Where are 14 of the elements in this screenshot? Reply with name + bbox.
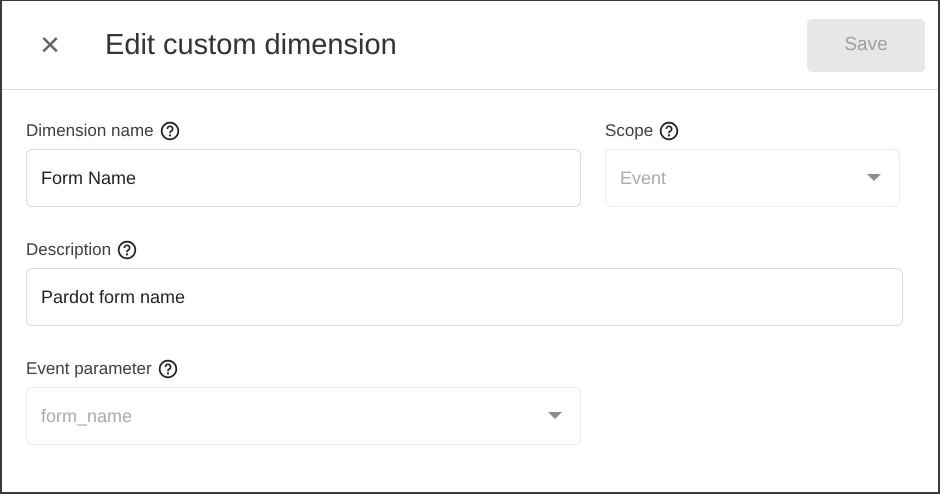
- field-label: Description: [26, 240, 112, 260]
- field-label: Scope: [605, 121, 654, 141]
- help-icon[interactable]: [117, 240, 138, 260]
- help-icon[interactable]: [160, 121, 180, 141]
- close-icon[interactable]: ×: [35, 28, 65, 62]
- dialog-title: Edit custom dimension: [105, 28, 398, 62]
- text-field[interactable]: Form Name: [26, 149, 581, 207]
- caret-icon: [548, 412, 562, 420]
- caret-icon: [867, 174, 881, 182]
- field-label: Event parameter: [26, 359, 152, 379]
- help-icon[interactable]: [158, 359, 178, 379]
- help-icon[interactable]: [659, 121, 680, 141]
- text-field[interactable]: Pardot form name: [26, 268, 903, 326]
- field-label: Dimension name: [26, 121, 154, 141]
